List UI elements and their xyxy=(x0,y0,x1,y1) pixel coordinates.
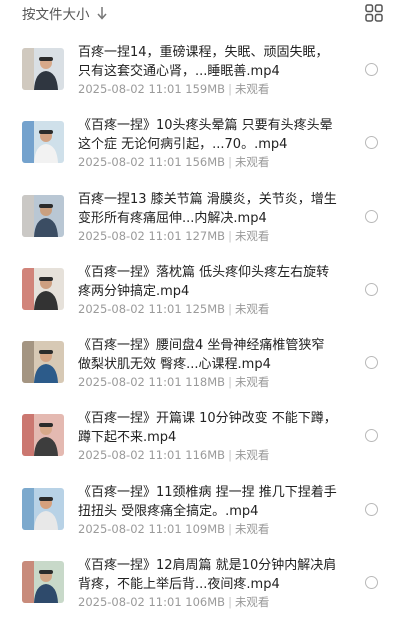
select-radio[interactable] xyxy=(365,576,378,590)
file-title[interactable]: 《百疼一捏》11颈椎病 捏一捏 推几下捏着手扭扭头 受限疼痛全搞定。.mp4 xyxy=(78,483,340,521)
file-row[interactable]: 《百疼一捏》落枕篇 低头疼仰头疼左右旋转疼两分钟搞定.mp4 2025-08-0… xyxy=(0,257,400,330)
file-date: 2025-08-02 11:01 xyxy=(78,448,182,463)
meta-divider: | xyxy=(228,595,232,610)
meta-divider: | xyxy=(228,228,232,243)
file-title[interactable]: 《百疼一捏》腰间盘4 坐骨神经痛椎管狭窄 做梨状肌无效 臀疼...心课程.mp4 xyxy=(78,336,340,374)
file-title[interactable]: 《百疼一捏》10头疼头晕篇 只要有头疼头晕这个症 无论何病引起，...70。.m… xyxy=(78,116,340,154)
file-row[interactable]: 百疼一捏14，重磅课程，失眠、顽固失眠，只有这套交通心肾，...睡眠善.mp4 … xyxy=(0,37,400,110)
select-radio[interactable] xyxy=(365,136,378,150)
video-thumbnail xyxy=(22,267,64,310)
video-thumbnail xyxy=(22,48,64,90)
file-date: 2025-08-02 11:01 xyxy=(78,155,182,170)
file-size: 127MB xyxy=(185,228,226,243)
watch-status: 未观看 xyxy=(234,228,270,243)
file-date: 2025-08-02 11:01 xyxy=(78,375,182,390)
file-title[interactable]: 百疼一捏14，重磅课程，失眠、顽固失眠，只有这套交通心肾，...睡眠善.mp4 xyxy=(78,43,340,81)
select-radio[interactable] xyxy=(365,209,378,223)
file-row[interactable]: 百疼一捏13 膝关节篇 滑膜炎，关节炎，增生变形所有疼痛屈伸...内解决.mp4… xyxy=(0,184,400,257)
file-list: 百疼一捏14，重磅课程，失眠、顽固失眠，只有这套交通心肾，...睡眠善.mp4 … xyxy=(0,37,400,623)
video-thumbnail xyxy=(22,561,64,604)
select-radio[interactable] xyxy=(365,356,378,370)
meta-divider: | xyxy=(228,521,232,536)
file-title[interactable]: 百疼一捏13 膝关节篇 滑膜炎，关节炎，增生变形所有疼痛屈伸...内解决.mp4 xyxy=(78,190,340,228)
file-title[interactable]: 《百疼一捏》12肩周篇 就是10分钟内解决肩背疼，不能上举后背...夜间疼.mp… xyxy=(78,556,340,594)
video-thumbnail xyxy=(22,121,64,164)
meta-divider: | xyxy=(228,375,232,390)
video-thumbnail xyxy=(22,194,64,237)
file-size: 118MB xyxy=(185,375,226,390)
meta-divider: | xyxy=(228,82,232,96)
select-radio[interactable] xyxy=(365,63,378,76)
file-row[interactable]: 《百疼一捏》开篇课 10分钟改变 不能下蹲，蹲下起不来.mp4 2025-08-… xyxy=(0,403,400,476)
watch-status: 未观看 xyxy=(234,82,270,96)
file-date: 2025-08-02 11:01 xyxy=(78,595,182,610)
file-meta: 2025-08-02 11:01 116MB | 未观看 xyxy=(78,447,269,463)
file-date: 2025-08-02 11:01 xyxy=(78,521,182,536)
file-meta: 2025-08-02 11:01 118MB | 未观看 xyxy=(78,374,269,390)
meta-divider: | xyxy=(228,155,232,170)
file-row[interactable]: 《百疼一捏》10头疼头晕篇 只要有头疼头晕这个症 无论何病引起，...70。.m… xyxy=(0,110,400,183)
file-date: 2025-08-02 11:01 xyxy=(78,82,182,96)
file-date: 2025-08-02 11:01 xyxy=(78,228,182,243)
file-size: 159MB xyxy=(185,82,226,96)
select-radio[interactable] xyxy=(365,502,378,516)
file-row[interactable]: 《百疼一捏》12肩周篇 就是10分钟内解决肩背疼，不能上举后背...夜间疼.mp… xyxy=(0,550,400,623)
file-size: 116MB xyxy=(185,448,226,463)
file-size: 156MB xyxy=(185,155,226,170)
watch-status: 未观看 xyxy=(234,155,270,170)
watch-status: 未观看 xyxy=(234,375,270,390)
file-size: 125MB xyxy=(185,301,226,316)
grid-view-icon[interactable] xyxy=(365,4,383,22)
watch-status: 未观看 xyxy=(234,595,270,610)
select-radio[interactable] xyxy=(365,429,378,443)
file-meta: 2025-08-02 11:01 127MB | 未观看 xyxy=(78,228,269,244)
sort-label: 按文件大小 xyxy=(22,7,90,23)
meta-divider: | xyxy=(228,301,232,316)
file-meta: 2025-08-02 11:01 106MB | 未观看 xyxy=(78,594,269,610)
arrow-down-icon xyxy=(96,7,107,20)
video-thumbnail xyxy=(22,341,64,384)
meta-divider: | xyxy=(228,448,232,463)
file-size: 109MB xyxy=(185,521,226,536)
toolbar: 按文件大小 xyxy=(0,0,400,30)
file-meta: 2025-08-02 11:01 109MB | 未观看 xyxy=(78,521,269,537)
file-meta: 2025-08-02 11:01 125MB | 未观看 xyxy=(78,301,269,317)
file-row[interactable]: 《百疼一捏》11颈椎病 捏一捏 推几下捏着手扭扭头 受限疼痛全搞定。.mp4 2… xyxy=(0,477,400,550)
watch-status: 未观看 xyxy=(234,448,270,463)
file-row[interactable]: 《百疼一捏》腰间盘4 坐骨神经痛椎管狭窄 做梨状肌无效 臀疼...心课程.mp4… xyxy=(0,330,400,403)
sort-button[interactable]: 按文件大小 xyxy=(22,3,108,23)
file-date: 2025-08-02 11:01 xyxy=(78,301,182,316)
file-meta: 2025-08-02 11:01 159MB | 未观看 xyxy=(78,81,269,97)
video-thumbnail xyxy=(22,487,64,530)
select-radio[interactable] xyxy=(365,282,378,296)
file-meta: 2025-08-02 11:01 156MB | 未观看 xyxy=(78,154,269,170)
file-title[interactable]: 《百疼一捏》开篇课 10分钟改变 不能下蹲，蹲下起不来.mp4 xyxy=(78,409,340,447)
watch-status: 未观看 xyxy=(234,521,270,536)
watch-status: 未观看 xyxy=(234,301,270,316)
file-size: 106MB xyxy=(185,595,226,610)
video-thumbnail xyxy=(22,414,64,457)
file-title[interactable]: 《百疼一捏》落枕篇 低头疼仰头疼左右旋转疼两分钟搞定.mp4 xyxy=(78,263,340,301)
